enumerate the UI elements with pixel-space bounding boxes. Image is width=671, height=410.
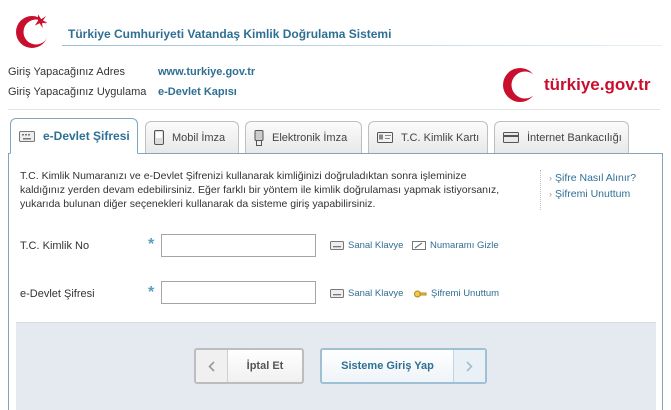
login-button[interactable]: Sisteme Giriş Yap	[320, 348, 487, 384]
info-divider	[8, 109, 660, 110]
intro-text: T.C. Kimlik Numaranızı ve e-Devlet Şifre…	[20, 170, 500, 210]
bank-card-icon	[503, 132, 519, 143]
tab-internet-bankaciligi[interactable]: İnternet Bankacılığı	[494, 121, 629, 153]
key-icon	[414, 290, 427, 297]
tab-elektronik-imza[interactable]: Elektronik İmza	[245, 121, 362, 153]
tckn-label: T.C. Kimlik No	[20, 240, 90, 252]
keyboard-icon	[19, 130, 35, 142]
help-links: › Şifre Nasıl Alınır? › Şifremi Unuttum	[540, 170, 653, 210]
tab-label: T.C. Kimlik Kartı	[401, 131, 480, 144]
tab-e-devlet-sifresi[interactable]: e-Devlet Şifresi	[10, 118, 138, 154]
chevron-right-icon	[453, 350, 485, 382]
address-value: www.turkiye.gov.tr	[158, 66, 256, 78]
crescent-star-logo-icon	[16, 14, 49, 48]
forgot-password-inline-link[interactable]: Şifremi Unuttum	[414, 288, 499, 299]
eraser-icon	[412, 241, 426, 250]
cancel-button[interactable]: İptal Et	[194, 348, 304, 384]
header-divider	[62, 45, 662, 46]
header-title: Türkiye Cumhuriyeti Vatandaş Kimlik Doğr…	[68, 27, 392, 41]
header: Türkiye Cumhuriyeti Vatandaş Kimlik Doğr…	[0, 0, 671, 52]
app-label: Giriş Yapacağınız Uygulama	[8, 86, 147, 98]
tab-tc-kimlik-karti[interactable]: T.C. Kimlik Kartı	[368, 121, 488, 153]
id-card-icon	[377, 132, 393, 143]
usb-token-icon	[254, 129, 264, 146]
tab-label: İnternet Bankacılığı	[527, 131, 622, 144]
keyboard-icon	[330, 241, 344, 250]
required-asterisk: *	[148, 284, 155, 301]
tab-mobil-imza[interactable]: Mobil İmza	[145, 121, 239, 153]
password-input[interactable]	[161, 281, 316, 304]
tckn-virtual-keyboard-link[interactable]: Sanal Klavye	[330, 240, 403, 251]
hide-number-link[interactable]: Numaramı Gizle	[412, 240, 499, 251]
tckn-input[interactable]	[161, 234, 316, 257]
mobile-phone-icon	[154, 130, 164, 145]
tab-label: Elektronik İmza	[272, 131, 348, 144]
forgot-password-link[interactable]: › Şifremi Unuttum	[549, 186, 653, 202]
keyboard-icon	[330, 289, 344, 298]
required-asterisk: *	[148, 236, 155, 253]
tab-label: e-Devlet Şifresi	[43, 129, 130, 143]
brand-text: türkiye.gov.tr	[544, 75, 651, 94]
address-label: Giriş Yapacağınız Adres	[8, 66, 125, 78]
turkiye-gov-tr-logo: türkiye.gov.tr	[503, 68, 651, 102]
password-label: e-Devlet Şifresi	[20, 288, 95, 300]
how-to-get-password-link[interactable]: › Şifre Nasıl Alınır?	[549, 170, 653, 186]
app-value: e-Devlet Kapısı	[158, 86, 237, 98]
chevron-left-icon	[196, 350, 228, 382]
password-virtual-keyboard-link[interactable]: Sanal Klavye	[330, 288, 403, 299]
tab-label: Mobil İmza	[172, 131, 226, 144]
